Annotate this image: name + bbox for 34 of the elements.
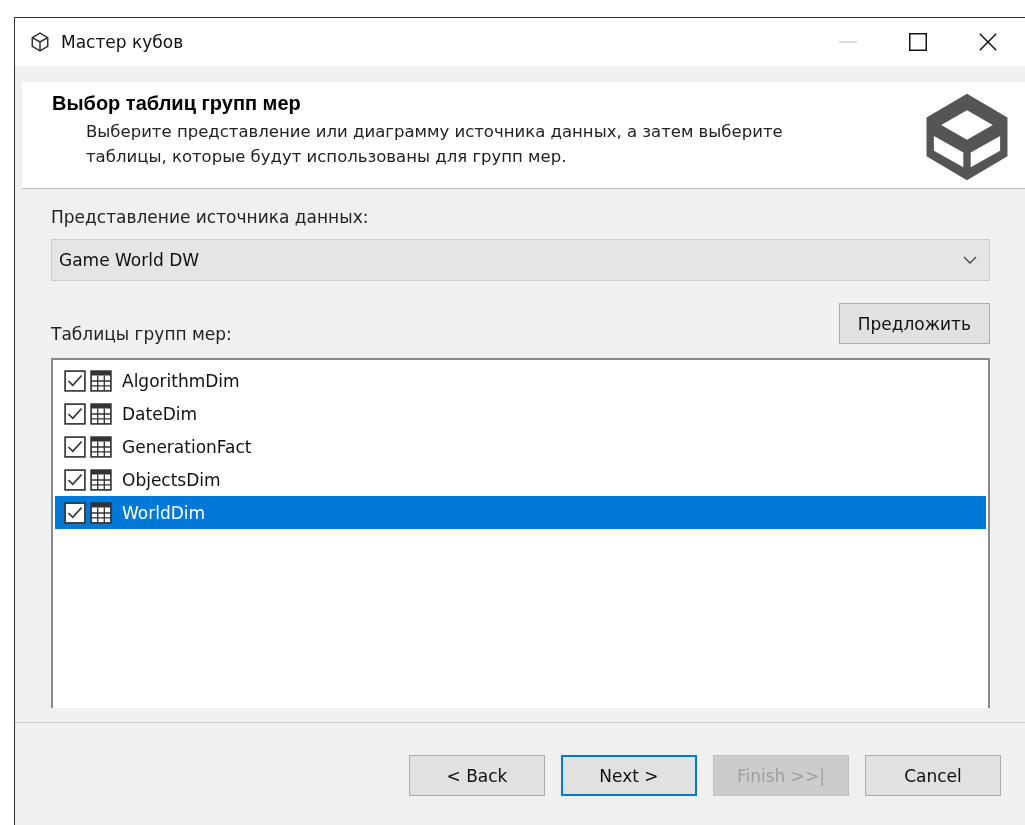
table-icon bbox=[90, 402, 112, 425]
maximize-icon[interactable] bbox=[907, 31, 929, 53]
data-source-dropdown[interactable]: Game World DW bbox=[51, 239, 990, 281]
checkbox[interactable] bbox=[64, 402, 86, 425]
wizard-button[interactable]: Next > bbox=[561, 755, 697, 796]
table-name: DateDim bbox=[122, 403, 197, 424]
suggest-button[interactable]: Предложить bbox=[838, 303, 990, 344]
checkbox[interactable] bbox=[64, 501, 86, 524]
checkbox[interactable] bbox=[64, 435, 86, 458]
table-name: AlgorithmDim bbox=[122, 370, 240, 391]
table-icon bbox=[90, 435, 112, 458]
list-label: Таблицы групп мер: bbox=[51, 324, 232, 344]
field-label: Представление источника данных: bbox=[51, 207, 370, 227]
table-icon bbox=[90, 369, 112, 392]
cube-icon bbox=[29, 31, 51, 53]
chevron-down-icon bbox=[963, 256, 977, 264]
page-description: Выберите представление или диаграмму источника данных, а затем выберите таблицы, которые будут использованы для групп мер. bbox=[86, 121, 784, 168]
table-name: WorldDim bbox=[122, 502, 206, 523]
page-title: Выбор таблиц групп мер bbox=[52, 92, 302, 115]
table-list-item[interactable]: GenerationFact bbox=[55, 430, 986, 463]
checkbox[interactable] bbox=[64, 468, 86, 491]
checkbox[interactable] bbox=[64, 369, 86, 392]
table-list-item[interactable]: ObjectsDim bbox=[55, 463, 986, 496]
table-name: GenerationFact bbox=[122, 436, 252, 457]
wizard-button[interactable]: < Back bbox=[409, 755, 545, 796]
table-list-item[interactable]: WorldDim bbox=[55, 496, 986, 529]
table-name: ObjectsDim bbox=[122, 469, 221, 490]
close-icon[interactable] bbox=[977, 31, 999, 53]
table-list-item[interactable]: DateDim bbox=[55, 397, 986, 430]
table-icon bbox=[90, 501, 112, 524]
table-icon bbox=[90, 468, 112, 491]
wizard-button[interactable]: Cancel bbox=[865, 755, 1001, 796]
table-list-item[interactable]: AlgorithmDim bbox=[55, 364, 986, 397]
window-title: Мастер кубов bbox=[61, 32, 184, 52]
